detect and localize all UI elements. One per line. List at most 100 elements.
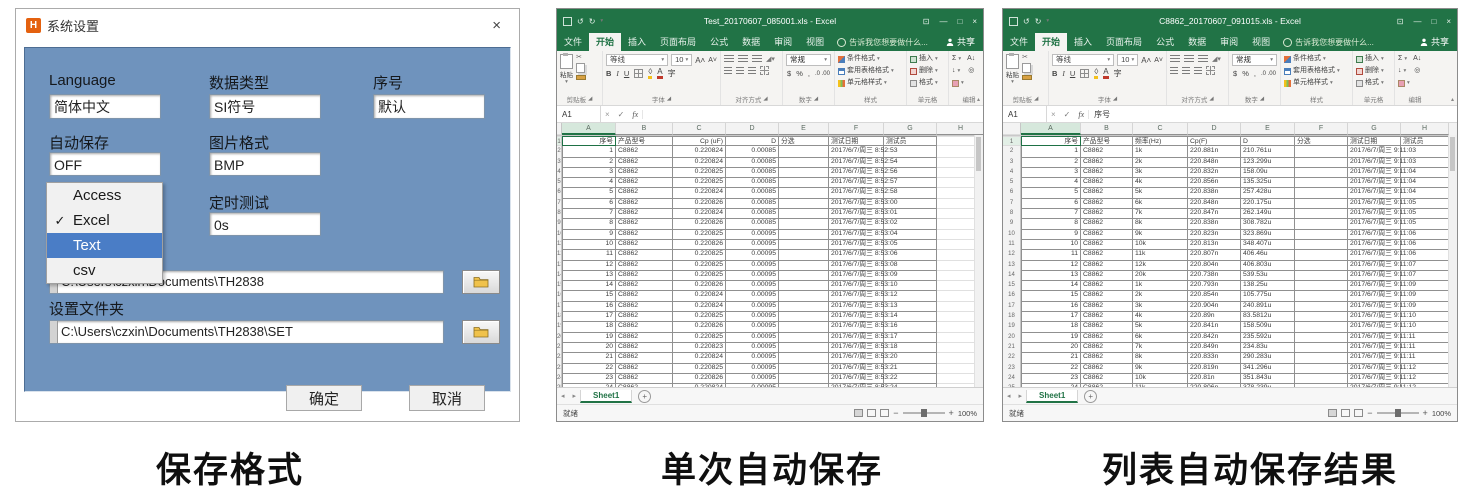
vertical-scrollbar[interactable] xyxy=(974,135,983,387)
cell[interactable]: 分选 xyxy=(779,136,829,146)
cell[interactable]: 测试日期 xyxy=(829,136,884,146)
borders-icon[interactable] xyxy=(1080,69,1089,78)
phonetic-icon[interactable]: 字 xyxy=(668,68,676,79)
minimize-icon[interactable]: — xyxy=(939,17,947,26)
new-sheet-icon[interactable]: + xyxy=(638,390,651,403)
cell[interactable]: 220.806n xyxy=(1188,383,1241,387)
copy-icon[interactable] xyxy=(576,63,585,73)
conditional-formatting-button[interactable]: 条件格式▾ xyxy=(838,54,903,64)
format-cells-button[interactable]: 格式▾ xyxy=(910,78,945,88)
font-color-icon[interactable]: A xyxy=(1103,68,1108,79)
select-all-corner[interactable] xyxy=(557,123,562,135)
cell-styles-button[interactable]: 单元格样式▾ xyxy=(838,78,903,88)
ok-button[interactable]: 确定 xyxy=(286,385,362,411)
name-box[interactable]: A1 xyxy=(1003,106,1047,122)
cell[interactable]: D xyxy=(726,136,779,146)
format-as-table-button[interactable]: 套用表格格式▾ xyxy=(838,66,903,76)
underline-icon[interactable]: U xyxy=(1070,69,1075,78)
cell[interactable]: 378.239u xyxy=(1241,383,1295,387)
percent-icon[interactable]: % xyxy=(796,69,803,78)
dropdown-item-access[interactable]: Access xyxy=(47,183,162,208)
zoom-in-icon[interactable]: + xyxy=(949,408,954,418)
accounting-format-icon[interactable]: $ xyxy=(1233,69,1237,78)
tab-page-layout[interactable]: 页面布局 xyxy=(1099,33,1149,51)
cell[interactable]: 产品型号 xyxy=(1081,136,1133,146)
sheet-nav-left-icon[interactable]: ◂ xyxy=(557,392,569,400)
align-left-icon[interactable] xyxy=(1170,67,1178,75)
grow-font-icon[interactable]: A˄ xyxy=(1141,56,1151,65)
page-break-view-icon[interactable] xyxy=(1354,409,1363,417)
delete-cells-button[interactable]: 删除▾ xyxy=(910,66,945,76)
cell[interactable]: 11k xyxy=(1133,383,1188,387)
page-layout-view-icon[interactable] xyxy=(1341,409,1350,417)
tab-home[interactable]: 开始 xyxy=(589,33,621,51)
grow-font-icon[interactable]: A˄ xyxy=(695,56,705,65)
close-icon[interactable]: × xyxy=(972,17,977,26)
cell[interactable]: 序号 xyxy=(562,136,616,146)
format-painter-icon[interactable] xyxy=(576,75,586,80)
column-header[interactable]: D xyxy=(1188,123,1241,135)
zoom-out-icon[interactable]: − xyxy=(1367,408,1372,418)
find-select-icon[interactable]: ◎ xyxy=(1414,66,1420,76)
cut-icon[interactable]: ✂ xyxy=(1022,54,1032,61)
shrink-font-icon[interactable]: A˅ xyxy=(1154,57,1163,64)
cell[interactable]: 测试员 xyxy=(884,136,937,146)
zoom-slider[interactable] xyxy=(1377,412,1419,414)
bold-icon[interactable]: B xyxy=(606,69,611,78)
autosum-button[interactable]: Σ▾ A↓ xyxy=(952,54,983,64)
comma-icon[interactable]: , xyxy=(808,69,810,78)
cell[interactable]: 序号 xyxy=(1021,136,1081,146)
sheet-nav-right-icon[interactable]: ▸ xyxy=(1015,392,1027,400)
font-name-select[interactable]: 等线▾ xyxy=(1052,54,1114,66)
comma-icon[interactable]: , xyxy=(1254,69,1256,78)
insert-cells-button[interactable]: 插入▾ xyxy=(910,54,945,64)
picture-format-field[interactable]: BMP xyxy=(209,152,321,176)
column-header[interactable]: E xyxy=(1241,123,1295,135)
close-icon[interactable]: × xyxy=(484,15,509,36)
accounting-format-icon[interactable]: $ xyxy=(787,69,791,78)
zoom-slider[interactable] xyxy=(903,412,945,414)
tab-view[interactable]: 视图 xyxy=(799,33,831,51)
cell[interactable]: 2017/6/7/周三 8:53:24 xyxy=(829,383,884,387)
autosave-field[interactable]: OFF xyxy=(49,152,161,176)
sheet-nav-right-icon[interactable]: ▸ xyxy=(569,392,581,400)
tab-home[interactable]: 开始 xyxy=(1035,33,1067,51)
column-header[interactable]: D xyxy=(726,123,779,135)
align-left-icon[interactable] xyxy=(724,67,732,75)
set-folder-field[interactable]: C:\Users\czxin\Documents\TH2838\SET xyxy=(49,320,444,344)
column-header[interactable]: A xyxy=(1021,123,1081,135)
excel-titlebar[interactable]: ↺ ↻ ▾ C8862_20170607_091015.xls - Excel … xyxy=(1003,9,1457,33)
cell[interactable]: 0.00095 xyxy=(726,383,779,387)
zoom-out-icon[interactable]: − xyxy=(893,408,898,418)
sheet-tab[interactable]: Sheet1 xyxy=(1026,390,1078,403)
orientation-icon[interactable]: ◢▾ xyxy=(766,55,775,63)
share-button[interactable]: 共享 xyxy=(946,35,983,51)
dropdown-item-text[interactable]: Text xyxy=(47,233,162,258)
minimize-icon[interactable]: — xyxy=(1413,17,1421,26)
cell[interactable] xyxy=(1295,383,1348,387)
bold-icon[interactable]: B xyxy=(1052,69,1057,78)
tab-data[interactable]: 数据 xyxy=(735,33,767,51)
italic-icon[interactable]: I xyxy=(616,69,619,78)
insert-function-icon[interactable]: fx xyxy=(1074,110,1089,119)
zoom-level[interactable]: 100% xyxy=(1432,409,1451,418)
align-bottom-icon[interactable] xyxy=(1198,55,1208,63)
maximize-icon[interactable]: □ xyxy=(957,17,962,26)
font-name-select[interactable]: 等线▾ xyxy=(606,54,668,66)
tell-me-box[interactable]: 告诉我您想要做什么... xyxy=(831,37,934,51)
underline-icon[interactable]: U xyxy=(624,69,629,78)
font-color-icon[interactable]: A xyxy=(657,68,662,79)
sort-filter-icon[interactable]: A↓ xyxy=(1413,54,1421,64)
column-header[interactable]: C xyxy=(673,123,726,135)
zoom-level[interactable]: 100% xyxy=(958,409,977,418)
font-size-select[interactable]: 10▾ xyxy=(1117,54,1138,66)
cell[interactable]: 分选 xyxy=(1295,136,1348,146)
conditional-formatting-button[interactable]: 条件格式▾ xyxy=(1284,54,1349,64)
page-layout-view-icon[interactable] xyxy=(867,409,876,417)
column-header[interactable]: F xyxy=(829,123,884,135)
ribbon-options-icon[interactable]: ⊡ xyxy=(1397,17,1404,26)
cell[interactable]: 产品型号 xyxy=(616,136,673,146)
tab-formulas[interactable]: 公式 xyxy=(1149,33,1181,51)
column-header[interactable]: B xyxy=(616,123,673,135)
merge-center-icon[interactable] xyxy=(1206,66,1215,75)
